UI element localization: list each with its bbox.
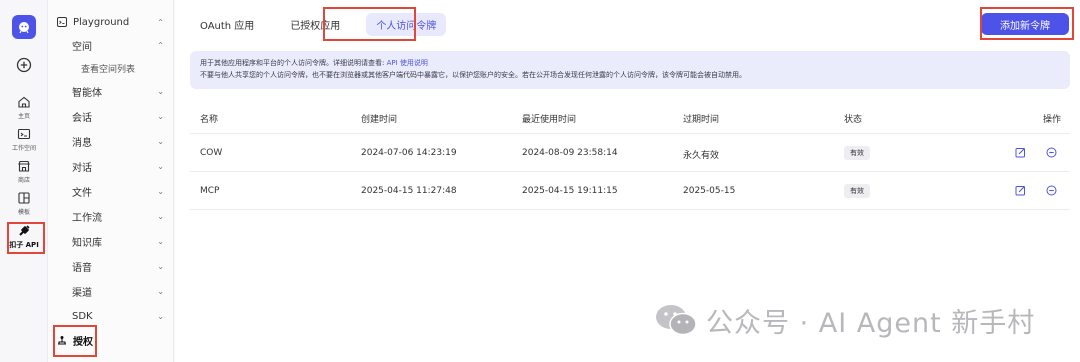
cell-name: MCP: [200, 186, 220, 196]
chevron-down-icon: ⌄: [157, 236, 164, 246]
watermark-text: 公众号 · AI Agent 新手村: [706, 307, 1036, 339]
nav-item-voice[interactable]: 语音 ⌄: [48, 257, 174, 275]
nav-item-label: 空间: [72, 41, 92, 53]
rail-item-store[interactable]: 商店: [0, 159, 48, 184]
col-actions: 操作: [1043, 115, 1062, 125]
highlight-box-token-tab: [323, 7, 416, 41]
chevron-down-icon: ⌄: [157, 86, 164, 96]
chevron-down-icon: ⌄: [157, 136, 164, 146]
edit-icon[interactable]: [1015, 147, 1026, 158]
cell-created: 2024-07-06 14:23:19: [361, 148, 457, 158]
watermark: 公众号 · AI Agent 新手村: [654, 302, 1036, 339]
status-badge: 有效: [844, 146, 870, 160]
cell-last-used: 2024-08-09 23:58:14: [522, 148, 618, 158]
cell-last-used: 2025-04-15 19:11:15: [522, 186, 618, 196]
store-icon: [18, 160, 30, 172]
rail-item-templates[interactable]: 模板: [0, 191, 48, 216]
plus-icon[interactable]: [14, 55, 34, 75]
nav-item-label: 工作流: [72, 212, 102, 224]
nav-item-chat[interactable]: 对话 ⌄: [48, 157, 174, 175]
chevron-up-icon: ⌃: [157, 40, 164, 50]
nav-item-agent[interactable]: 智能体 ⌄: [48, 82, 174, 100]
col-last-used: 最近使用时间: [522, 115, 577, 125]
rail-label: 主页: [17, 113, 30, 120]
table-row: MCP 2025-04-15 11:27:48 2025-04-15 19:11…: [190, 172, 1070, 210]
nav-item-label: 对话: [72, 162, 92, 174]
chevron-down-icon: ⌄: [157, 261, 164, 271]
nav-item-label: 会话: [72, 112, 92, 124]
col-name: 名称: [200, 115, 219, 125]
notice-line-1: 用于其他应用程序和平台的个人访问令牌。详细说明请查看: API 使用说明: [200, 57, 1060, 69]
info-notice: 用于其他应用程序和平台的个人访问令牌。详细说明请查看: API 使用说明 不要与…: [190, 51, 1070, 89]
tab-oauth-apps[interactable]: OAuth 应用: [190, 13, 264, 36]
playground-icon: [57, 17, 67, 27]
nav-item-label: 查看空间列表: [81, 64, 136, 75]
chevron-down-icon: ⌄: [157, 111, 164, 121]
left-rail: 主页 工作空间 商店 模板 扣子 API: [0, 0, 48, 362]
terminal-icon: [17, 128, 31, 140]
wechat-icon: [656, 305, 697, 336]
nav-item-space-list[interactable]: 查看空间列表: [48, 59, 174, 77]
nav-item-label: SDK: [72, 310, 93, 322]
coze-logo-icon: [19, 22, 29, 34]
nav-playground[interactable]: Playground ⌃: [48, 13, 174, 31]
nav-item-label: 智能体: [72, 87, 102, 99]
api-docs-link[interactable]: API 使用说明: [387, 59, 428, 67]
coze-logo[interactable]: [12, 15, 36, 39]
cell-name: COW: [200, 148, 223, 158]
nav-item-sdk[interactable]: SDK ⌄: [48, 307, 174, 325]
col-status: 状态: [844, 115, 863, 125]
table-header: 名称 创建时间 最近使用时间 过期时间 状态 操作: [190, 108, 1070, 130]
notice-text: 用于其他应用程序和平台的个人访问令牌。详细说明请查看:: [200, 59, 387, 67]
highlight-box-auth: [53, 325, 97, 357]
chevron-down-icon: ⌄: [157, 161, 164, 171]
rail-item-home[interactable]: 主页: [0, 95, 48, 120]
chevron-up-icon: ⌃: [157, 17, 164, 27]
chevron-down-icon: ⌄: [157, 286, 164, 296]
cell-created: 2025-04-15 11:27:48: [361, 186, 457, 196]
nav-item-knowledge[interactable]: 知识库 ⌄: [48, 232, 174, 250]
col-expires: 过期时间: [683, 115, 720, 125]
nav-item-label: 消息: [72, 137, 92, 149]
notice-line-2: 不要与他人共享您的个人访问令牌，也不要在浏览器或其他客户端代码中暴露它，以保护您…: [200, 71, 746, 79]
template-icon: [18, 192, 30, 204]
table-row: COW 2024-07-06 14:23:19 2024-08-09 23:58…: [190, 134, 1070, 172]
nav-item-label: 文件: [72, 187, 92, 199]
disable-icon[interactable]: [1046, 147, 1057, 158]
nav-playground-label: Playground: [73, 16, 130, 28]
nav-item-label: 渠道: [72, 287, 92, 299]
nav-item-file[interactable]: 文件 ⌄: [48, 182, 174, 200]
rail-label: 工作空间: [11, 145, 36, 152]
nav-item-label: 语音: [72, 262, 92, 274]
edit-icon[interactable]: [1015, 185, 1026, 196]
cell-expires: 永久有效: [683, 151, 720, 161]
nav-item-session[interactable]: 会话 ⌄: [48, 107, 174, 125]
cell-expires: 2025-05-15: [683, 186, 736, 196]
rail-item-workspace[interactable]: 工作空间: [0, 127, 48, 152]
col-created: 创建时间: [361, 115, 398, 125]
highlight-box-coze-api: [7, 222, 45, 254]
sidebar-nav: Playground ⌃ 空间 ⌃ 查看空间列表 智能体 ⌄ 会话 ⌄ 消息 ⌄…: [48, 0, 174, 362]
app-window: 主页 工作空间 商店 模板 扣子 API Playground ⌃ 空间 ⌃ 查…: [0, 0, 1080, 362]
rail-label: 模板: [17, 209, 30, 216]
chevron-down-icon: ⌄: [157, 186, 164, 196]
chevron-down-icon: ⌄: [157, 211, 164, 221]
disable-icon[interactable]: [1046, 185, 1057, 196]
rail-label: 商店: [17, 177, 30, 184]
status-badge: 有效: [844, 184, 870, 198]
nav-item-workflow[interactable]: 工作流 ⌄: [48, 207, 174, 225]
nav-item-channel[interactable]: 渠道 ⌄: [48, 282, 174, 300]
nav-item-space[interactable]: 空间 ⌃: [48, 36, 174, 54]
home-icon: [18, 96, 30, 108]
nav-item-message[interactable]: 消息 ⌄: [48, 132, 174, 150]
highlight-box-add-button: [980, 7, 1074, 40]
chevron-down-icon: ⌄: [157, 311, 164, 321]
nav-item-label: 知识库: [72, 237, 102, 249]
